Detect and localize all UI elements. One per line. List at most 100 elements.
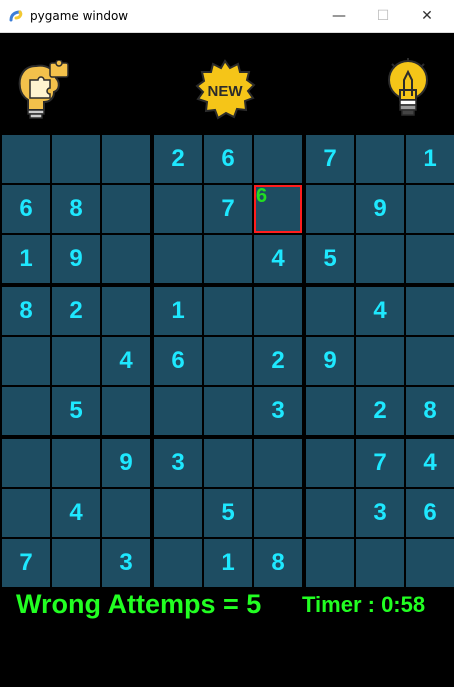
sudoku-cell[interactable] [2, 439, 50, 487]
sudoku-cell[interactable]: 4 [52, 489, 100, 537]
sudoku-cell[interactable] [306, 387, 354, 435]
sudoku-cell[interactable] [406, 337, 454, 385]
sudoku-cell[interactable] [102, 235, 150, 283]
sudoku-cell[interactable]: 4 [254, 235, 302, 283]
sudoku-cell[interactable]: 7 [306, 135, 354, 183]
sudoku-cell[interactable] [154, 387, 202, 435]
sudoku-cell[interactable]: 3 [254, 387, 302, 435]
cell-digit: 9 [323, 347, 337, 374]
minimize-button[interactable]: — [316, 0, 362, 32]
sudoku-cell[interactable] [356, 235, 404, 283]
sudoku-cell[interactable] [52, 135, 100, 183]
cell-digit: 4 [69, 499, 83, 526]
cell-digit: 1 [171, 297, 185, 324]
sudoku-cell[interactable] [254, 489, 302, 537]
sudoku-cell[interactable] [204, 235, 252, 283]
cell-digit: 1 [19, 245, 33, 272]
cell-digit: 8 [423, 397, 437, 424]
lightbulb-hint-icon[interactable] [386, 58, 430, 122]
sudoku-cell[interactable] [306, 539, 354, 587]
sudoku-cell[interactable] [102, 387, 150, 435]
sudoku-cell[interactable] [204, 337, 252, 385]
sudoku-cell[interactable]: 1 [2, 235, 50, 283]
new-game-badge-icon[interactable]: NEW [194, 59, 256, 121]
cell-digit: 4 [373, 297, 387, 324]
sudoku-cell[interactable]: 5 [204, 489, 252, 537]
sudoku-cell[interactable] [406, 235, 454, 283]
sudoku-cell[interactable] [204, 387, 252, 435]
sudoku-cell[interactable]: 8 [52, 185, 100, 233]
sudoku-cell[interactable]: 4 [406, 439, 454, 487]
sudoku-cell[interactable] [406, 185, 454, 233]
sudoku-cell[interactable] [52, 337, 100, 385]
sudoku-cell[interactable]: 2 [154, 135, 202, 183]
sudoku-cell[interactable]: 1 [406, 135, 454, 183]
sudoku-cell[interactable]: 1 [204, 539, 252, 587]
sudoku-cell[interactable] [254, 135, 302, 183]
sudoku-cell[interactable]: 6 [154, 337, 202, 385]
sudoku-cell[interactable]: 3 [356, 489, 404, 537]
sudoku-cell[interactable] [254, 287, 302, 335]
sudoku-cell[interactable]: 6 [204, 135, 252, 183]
sudoku-cell[interactable] [306, 489, 354, 537]
sudoku-cell[interactable] [102, 489, 150, 537]
sudoku-cell[interactable]: 3 [102, 539, 150, 587]
maximize-button[interactable]: ☐ [360, 0, 406, 32]
sudoku-cell[interactable] [356, 539, 404, 587]
sudoku-cell[interactable]: 5 [306, 235, 354, 283]
sudoku-cell[interactable]: 1 [154, 287, 202, 335]
sudoku-cell[interactable] [204, 287, 252, 335]
sudoku-cell[interactable]: 7 [356, 439, 404, 487]
sudoku-cell[interactable] [2, 489, 50, 537]
cell-digit: 4 [271, 245, 285, 272]
sudoku-cell[interactable] [254, 439, 302, 487]
sudoku-cell[interactable]: 9 [102, 439, 150, 487]
sudoku-cell[interactable]: 4 [356, 287, 404, 335]
sudoku-cell[interactable]: 6 [406, 489, 454, 537]
sudoku-cell[interactable] [2, 387, 50, 435]
sudoku-cell[interactable] [154, 235, 202, 283]
sudoku-cell[interactable] [306, 287, 354, 335]
sudoku-cell[interactable] [154, 489, 202, 537]
sudoku-cell[interactable]: 2 [356, 387, 404, 435]
sudoku-cell[interactable] [52, 539, 100, 587]
cell-digit: 2 [373, 397, 387, 424]
sudoku-cell[interactable] [406, 539, 454, 587]
sudoku-cell[interactable] [2, 135, 50, 183]
sudoku-cell[interactable]: 7 [2, 539, 50, 587]
sudoku-cell[interactable] [102, 185, 150, 233]
sudoku-cell[interactable]: 8 [254, 539, 302, 587]
cell-digit: 7 [19, 549, 33, 576]
sudoku-cell[interactable]: 2 [52, 287, 100, 335]
cell-digit: 5 [323, 245, 337, 272]
sudoku-cell[interactable]: 9 [52, 235, 100, 283]
sudoku-cell[interactable] [2, 337, 50, 385]
sudoku-cell[interactable] [306, 439, 354, 487]
sudoku-cell[interactable] [306, 185, 354, 233]
cell-digit: 5 [221, 499, 235, 526]
sudoku-cell[interactable]: 6 [2, 185, 50, 233]
cell-digit: 1 [423, 145, 437, 172]
sudoku-cell[interactable] [204, 439, 252, 487]
sudoku-cell[interactable] [154, 185, 202, 233]
sudoku-cell[interactable]: 7 [204, 185, 252, 233]
sudoku-cell[interactable] [52, 439, 100, 487]
sudoku-cell[interactable]: 5 [52, 387, 100, 435]
sudoku-cell-selected[interactable]: 6 [254, 185, 302, 233]
sudoku-cell[interactable]: 4 [102, 337, 150, 385]
sudoku-cell[interactable]: 9 [306, 337, 354, 385]
sudoku-cell[interactable] [356, 337, 404, 385]
sudoku-cell[interactable]: 2 [254, 337, 302, 385]
sudoku-cell[interactable] [356, 135, 404, 183]
sudoku-cell[interactable]: 8 [406, 387, 454, 435]
sudoku-cell[interactable]: 9 [356, 185, 404, 233]
sudoku-cell[interactable] [102, 135, 150, 183]
puzzle-head-icon[interactable] [16, 60, 72, 122]
sudoku-cell[interactable] [154, 539, 202, 587]
sudoku-cell[interactable]: 3 [154, 439, 202, 487]
close-button[interactable]: ✕ [404, 0, 450, 32]
sudoku-cell[interactable]: 8 [2, 287, 50, 335]
sudoku-cell[interactable] [406, 287, 454, 335]
new-label: NEW [208, 83, 244, 100]
sudoku-cell[interactable] [102, 287, 150, 335]
